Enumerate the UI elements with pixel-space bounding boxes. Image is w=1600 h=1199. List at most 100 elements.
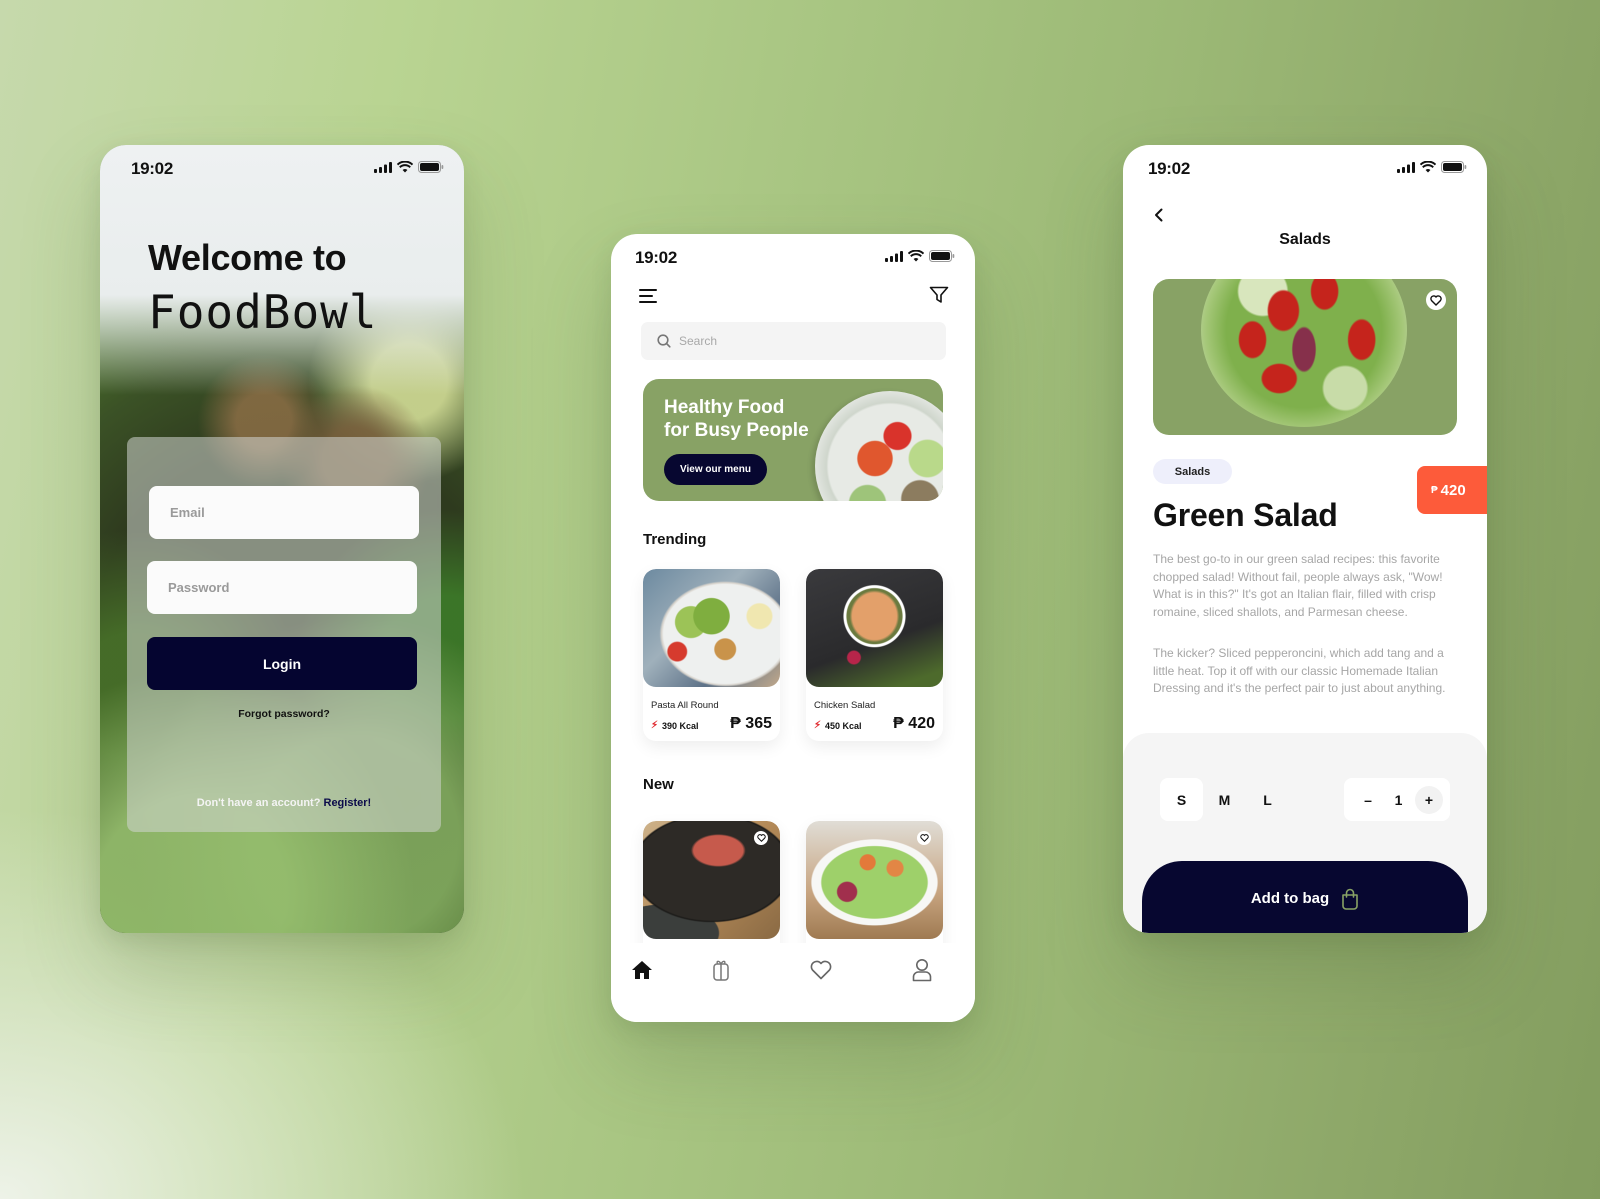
favorite-button[interactable] [917,831,931,845]
forgot-password-link[interactable]: Forgot password? [127,708,441,720]
app-logo-text: FoodBowl [148,285,378,339]
quantity-value: 1 [1394,791,1403,808]
back-chevron-icon[interactable] [1151,207,1167,223]
home-icon [632,961,652,979]
register-link[interactable]: Register! [324,797,372,809]
food-image [643,569,780,687]
currency-symbol: ₱ [893,715,904,732]
login-screen: 19:02 Welcome to FoodBowl Login Forgot p… [100,145,464,933]
bolt-icon: ⚡︎ [651,720,659,731]
product-name: Green Salad [1153,497,1338,533]
status-time: 19:02 [1148,159,1190,178]
battery-icon [418,161,444,173]
login-form-panel: Login Forgot password? Don't have an acc… [127,437,441,832]
filter-icon[interactable] [929,286,949,304]
view-menu-button[interactable]: View our menu [664,454,767,485]
status-icons [1397,161,1467,173]
menu-icon[interactable] [639,288,661,304]
search-icon [657,334,671,348]
item-price: ₱ 420 [893,715,935,733]
home-screen: 19:02 Healthy Food for Busy People View … [611,234,975,1022]
trending-heading: Trending [643,531,707,548]
food-image [806,569,943,687]
add-to-bag-label: Add to bag [1250,890,1330,907]
product-description: The kicker? Sliced pepperoncini, which a… [1153,646,1446,695]
currency-symbol: ₱ [1431,484,1438,496]
tab-favorites[interactable] [807,956,835,984]
size-selector: S M L [1160,778,1289,821]
item-calories: ⚡︎ 450 Kcal [814,720,862,731]
shopping-bag-icon [1342,888,1358,910]
heart-icon [756,834,766,842]
wifi-icon [397,161,413,173]
gift-icon [713,960,729,981]
welcome-heading: Welcome to [148,237,347,278]
salad-bowl-image [815,391,943,501]
green-salad-image [1201,279,1407,427]
bottom-tab-bar [611,956,975,996]
favorite-button[interactable] [754,831,768,845]
calories-value: 450 Kcal [825,720,862,731]
wifi-icon [908,250,924,262]
status-bar: 19:02 [1123,145,1487,189]
product-detail-screen: 19:02 Salads Salads ₱ 420 Green Salad Th… [1123,145,1487,933]
heart-icon [1430,294,1442,306]
item-name: Pasta All Round [651,700,719,711]
product-description: The best go-to in our green salad recipe… [1153,552,1443,619]
tab-profile[interactable] [908,956,936,984]
status-bar: 19:02 [611,234,975,278]
category-chip[interactable]: Salads [1153,459,1232,484]
item-price: ₱ 365 [730,715,772,733]
register-prompt: Don't have an account? Register! [127,797,441,809]
increment-button[interactable]: + [1414,785,1443,814]
heart-icon [919,834,929,842]
price-value: 420 [908,715,935,732]
favorite-button[interactable] [1426,290,1446,310]
wifi-icon [1420,161,1436,173]
user-icon [912,959,932,982]
status-icons [374,161,444,173]
banner-title: Healthy Food for Busy People [664,396,809,442]
promo-banner[interactable]: Healthy Food for Busy People View our me… [643,379,943,501]
battery-icon [1441,161,1467,173]
page-title: Salads [1279,231,1331,248]
add-to-bag-button[interactable]: Add to bag [1142,861,1468,933]
register-prompt-text: Don't have an account? [196,797,321,809]
signal-icon [885,250,903,262]
tab-gift[interactable] [707,956,735,984]
login-button[interactable]: Login [147,637,417,690]
banner-title-line2: for Busy People [664,420,809,441]
search-bar[interactable] [641,322,946,360]
bolt-icon: ⚡︎ [814,720,822,731]
product-hero [1153,279,1457,435]
size-option-l[interactable]: L [1246,778,1289,821]
size-option-m[interactable]: M [1203,778,1246,821]
order-panel: S M L – 1 + Add to bag [1123,733,1487,933]
status-icons [885,250,955,262]
calories-value: 390 Kcal [662,720,699,731]
status-bar: 19:02 [100,145,464,189]
status-time: 19:02 [131,159,173,178]
decrement-button[interactable]: – [1354,786,1382,814]
battery-icon [929,250,955,262]
signal-icon [374,161,392,173]
price-value: 365 [745,715,772,732]
item-name: Chicken Salad [814,700,876,711]
heart-icon [810,960,832,980]
banner-title-line1: Healthy Food [664,397,785,418]
signal-icon [1397,161,1415,173]
price-badge: ₱ 420 [1417,466,1487,514]
item-calories: ⚡︎ 390 Kcal [651,720,699,731]
currency-symbol: ₱ [730,715,741,732]
trending-item-card[interactable]: Pasta All Round ⚡︎ 390 Kcal ₱ 365 [643,569,780,741]
tab-home[interactable] [628,956,656,984]
search-input[interactable] [679,334,919,348]
email-field[interactable] [149,486,419,539]
price-value: 420 [1440,481,1466,499]
new-heading: New [643,776,674,793]
password-field[interactable] [147,561,417,614]
size-option-s[interactable]: S [1160,778,1203,821]
status-time: 19:02 [635,248,677,267]
trending-item-card[interactable]: Chicken Salad ⚡︎ 450 Kcal ₱ 420 [806,569,943,741]
quantity-stepper: – 1 + [1344,778,1450,821]
